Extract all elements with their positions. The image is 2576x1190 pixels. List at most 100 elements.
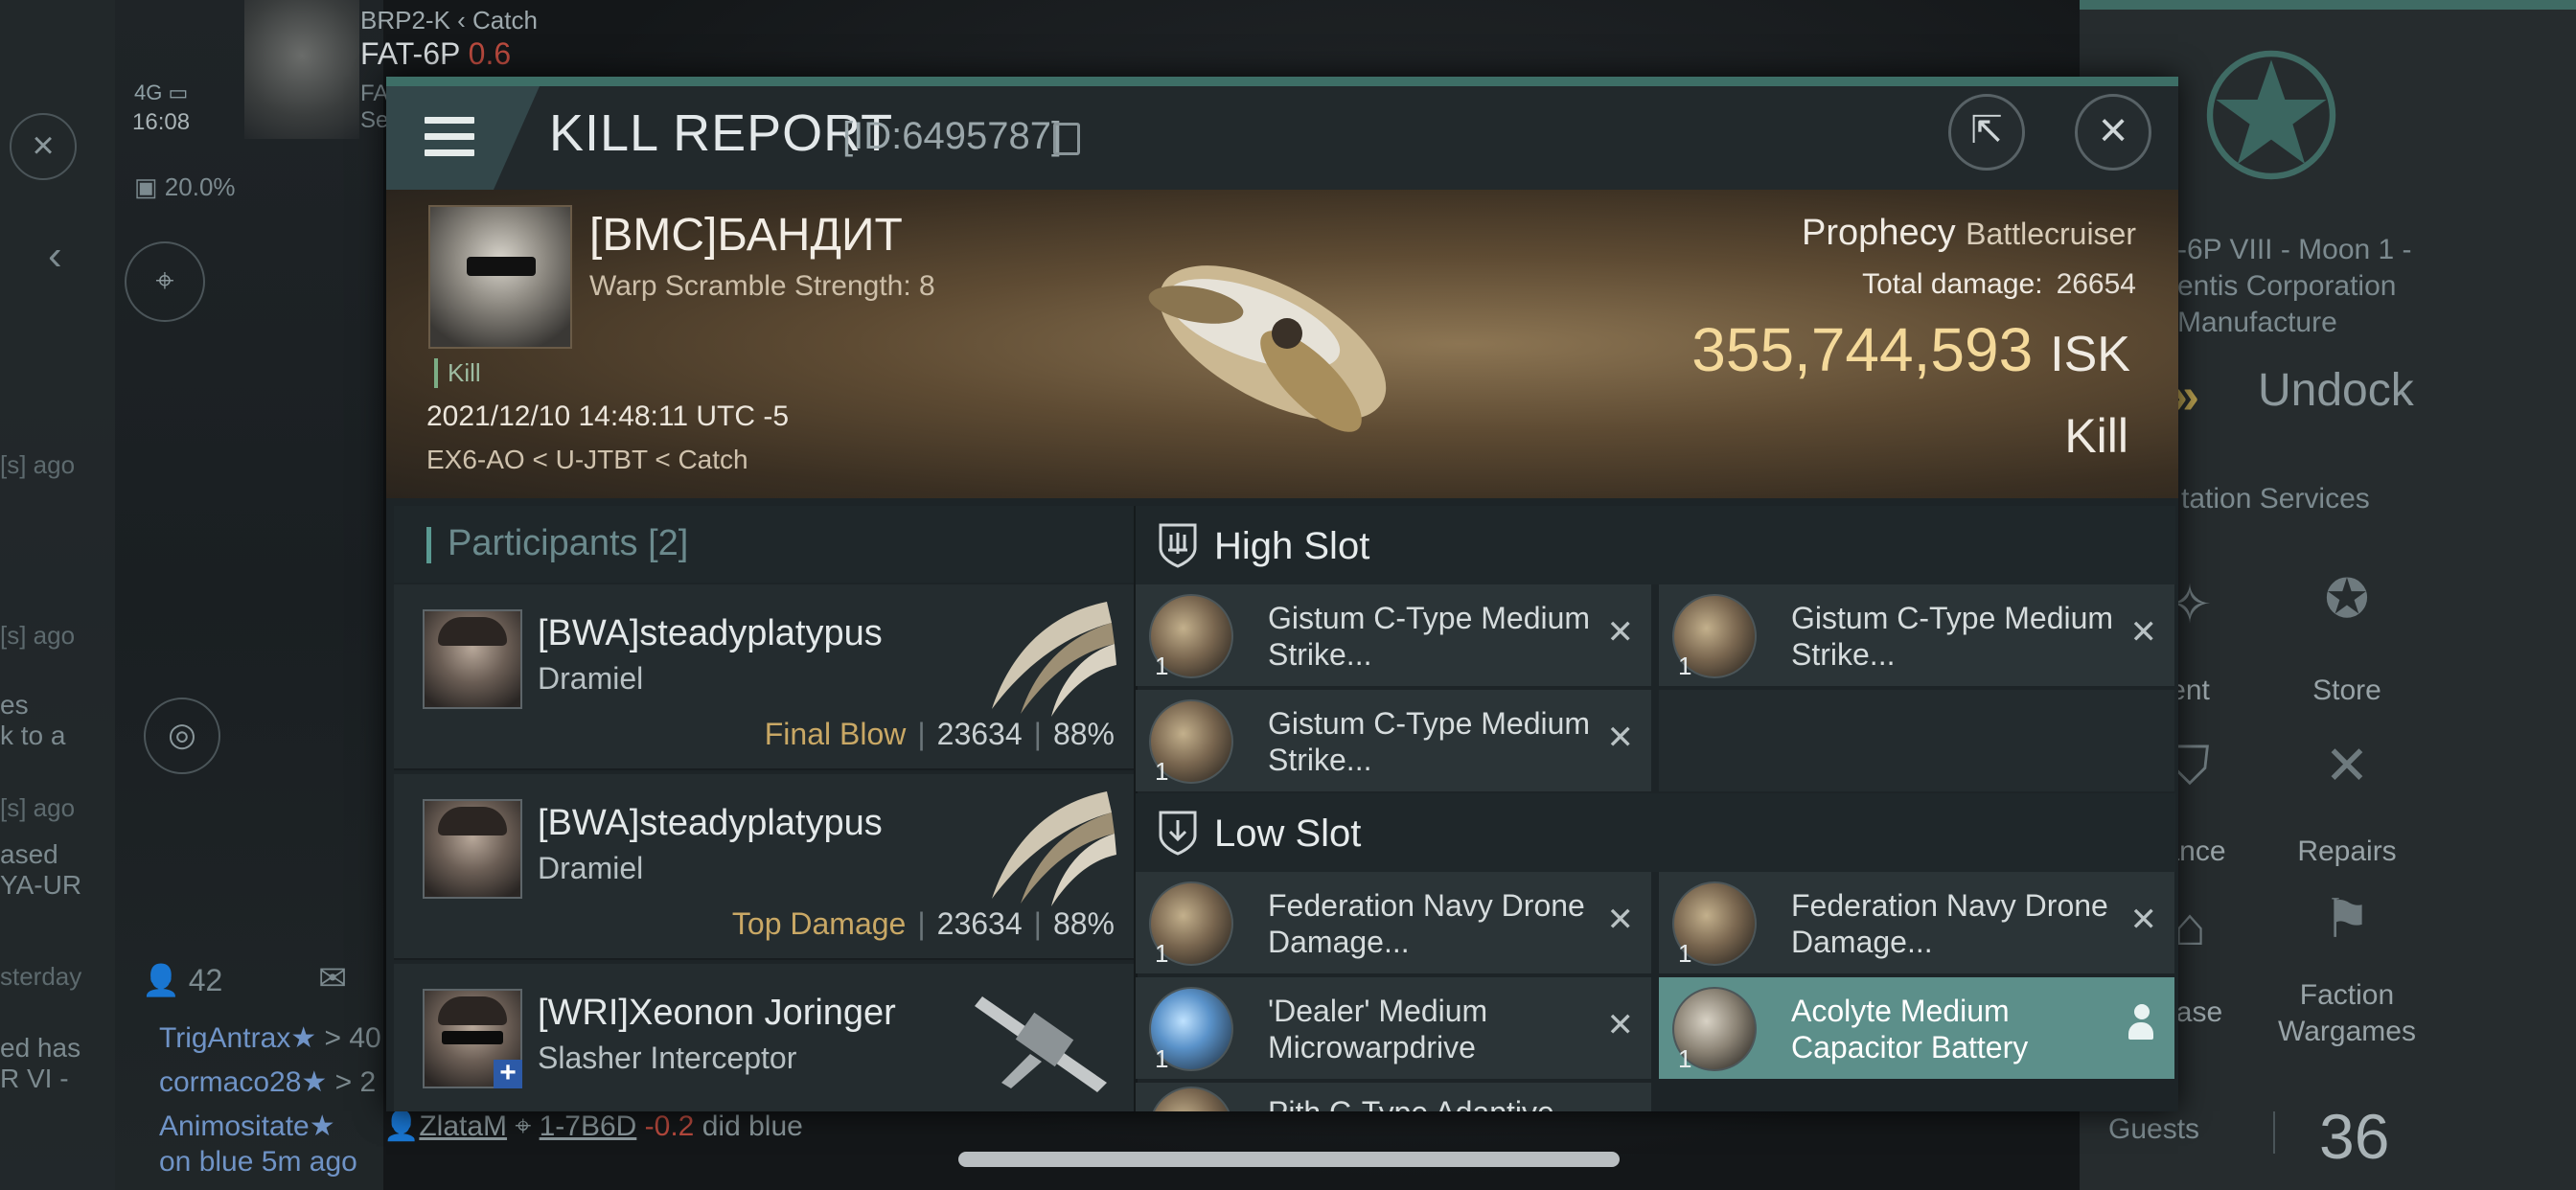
victim-ship-image[interactable] [1110,199,1416,487]
module-item[interactable]: 1 'Dealer' Medium Microwarpdrive ✕ [1136,977,1651,1079]
fa-label: FA [360,80,389,106]
log-snippet: YA-UR [0,870,82,900]
module-name: Gistum C-Type Medium Strike... [1268,706,1591,777]
victim-name[interactable]: [BMC]БАНДИТ [589,209,903,262]
chat-line[interactable]: 👤ZlataM ⌖ 1-7B6D -0.2 did blue [383,1110,803,1143]
victim-subtitle: Warp Scramble Strength: 8 [589,270,935,302]
low-slot-header: Low Slot [1136,793,2175,872]
module-quantity: 1 [1678,1044,1692,1073]
participant-row[interactable]: + [WRI]Xeonon Joringer Slasher Intercept… [394,964,1134,1111]
ship-name-line[interactable]: Prophecy Battlecruiser [1802,213,2136,254]
pilot-count[interactable]: 👤 42 [142,962,222,998]
chevron-left-icon[interactable]: ‹ [48,232,62,280]
portrait-hair [438,617,507,646]
high-slot-icon [1159,523,1197,568]
module-item[interactable]: 1 Gistum C-Type Medium Strike... ✕ [1136,584,1651,686]
total-damage: Total damage: 26654 [1862,268,2136,300]
kill-report-modal: KILL REPORT [ID:6495787] ⇱ × [BMC]БАНДИТ… [386,77,2178,1111]
chat-line[interactable]: Animositate★ [159,1110,335,1143]
module-name: Federation Navy Drone Damage... [1791,888,2108,959]
close-button[interactable]: × [2075,94,2151,171]
participant-row[interactable]: [BWA]steadyplatypus Dramiel Final Blow | 2… [394,584,1134,770]
cargo-indicator[interactable]: ▣ 20.0% [134,172,236,202]
module-item[interactable]: 1 Federation Navy Drone Damage... ✕ [1659,872,2174,973]
service-label[interactable]: Store [2266,675,2428,707]
result-label: Kill [2064,409,2128,463]
chat-line[interactable]: cormaco28★ > 2 [159,1065,376,1099]
destroyed-icon: ✕ [2129,614,2158,651]
person-icon: 👤 [142,963,180,997]
service-label[interactable]: Faction Wargames [2266,977,2428,1050]
kill-datetime: 2021/12/10 14:48:11 UTC -5 [426,400,790,432]
undock-button[interactable]: Undock [2258,364,2414,417]
module-item[interactable]: 1 Federation Navy Drone Damage... ✕ [1136,872,1651,973]
plus-badge-icon: + [494,1059,522,1088]
portrait-hair [438,807,507,835]
location-pin-icon[interactable]: ⌖ [125,241,205,322]
module-item-dropped[interactable]: 1 Acolyte Medium Capacitor Battery [1659,977,2174,1079]
mail-icon[interactable]: ✉ [318,958,347,998]
participants-header: Participants [2] [394,506,1134,583]
station-name: entis Corporation [2177,270,2397,302]
participant-ship-image [992,791,1116,906]
log-snippet: k to a [0,721,66,750]
player-avatar[interactable] [244,0,359,139]
participant-portrait[interactable]: + [423,989,522,1088]
home-indicator[interactable] [958,1152,1620,1167]
empty-module-slot [1659,690,2174,791]
route-system: BRP2-K ‹ Catch [360,6,538,34]
share-button[interactable]: ⇱ [1948,94,2025,171]
station-name: -6P VIII - Moon 1 - [2177,234,2412,265]
share-icon: ⇱ [1970,109,2003,151]
service-label[interactable]: Repairs [2266,835,2428,868]
log-snippet: es [0,690,29,720]
participant-name: [WRI]Xeonon Joringer [538,993,896,1033]
destroyed-icon: ✕ [1606,902,1635,938]
log-snippet: R VI - [0,1064,69,1093]
participant-ship: Slasher Interceptor [538,1041,797,1075]
wargames-icon[interactable]: ⚑ [2266,887,2428,950]
log-snippet: ed has [0,1033,81,1063]
target-icon[interactable]: ◎ [144,698,220,774]
nes-store-icon[interactable]: ✪ [2266,567,2428,630]
high-slot-title: High Slot [1214,525,1370,567]
module-quantity: 1 [1155,1044,1169,1073]
victim-portrait[interactable] [428,205,572,349]
log-snippet: sterday [0,962,82,991]
copy-icon[interactable] [1053,123,1080,155]
kill-tag: Kill [434,358,481,388]
participant-stats: Final Blow | 23634 | 88% [764,717,1115,751]
guests-count: 36 [2319,1101,2390,1172]
chat-line[interactable]: TrigAntrax★ > 40 [159,1021,381,1055]
participant-row[interactable]: [BWA]steadyplatypus Dramiel Top Damage | 2… [394,774,1134,960]
victim-banner: [BMC]БАНДИТ Warp Scramble Strength: 8 Ki… [386,190,2178,498]
portrait-glasses [467,257,536,276]
low-slot-title: Low Slot [1214,812,1362,855]
module-item[interactable]: 1 Gistum C-Type Medium Strike... ✕ [1659,584,2174,686]
hamburger-icon [425,117,474,166]
corporation-emblem-icon [2206,50,2336,180]
participant-stats: Top Damage | 23634 | 88% [731,906,1115,941]
module-name: Acolyte Medium Capacitor Battery [1791,994,2029,1064]
divider [2273,1111,2275,1154]
log-snippet: [s] ago [0,450,76,479]
participant-ship: Dramiel [538,851,644,885]
close-icon: × [2098,103,2128,158]
module-item[interactable]: 1 Gistum C-Type Medium Strike... ✕ [1136,690,1651,791]
module-quantity: 1 [1155,939,1169,968]
modal-accent [386,77,2178,86]
close-icon[interactable]: × [10,113,77,180]
participants-title: Participants [2] [448,523,689,563]
high-slot-header: High Slot [1136,506,2175,584]
module-item[interactable]: Pith C-Type Adaptive... [1136,1083,1651,1111]
participant-portrait[interactable] [423,799,522,899]
participant-ship: Dramiel [538,661,644,696]
log-snippet: [s] ago [0,621,76,650]
repairs-icon[interactable]: ✕ [2266,734,2428,797]
participant-portrait[interactable] [423,609,522,709]
participant-name: [BWA]steadyplatypus [538,803,883,843]
kill-location[interactable]: EX6-AO < U-JTBT < Catch [426,445,748,475]
portrait-glasses [442,1031,503,1044]
module-name: Federation Navy Drone Damage... [1268,888,1585,959]
guests-label: Guests [2108,1113,2200,1145]
